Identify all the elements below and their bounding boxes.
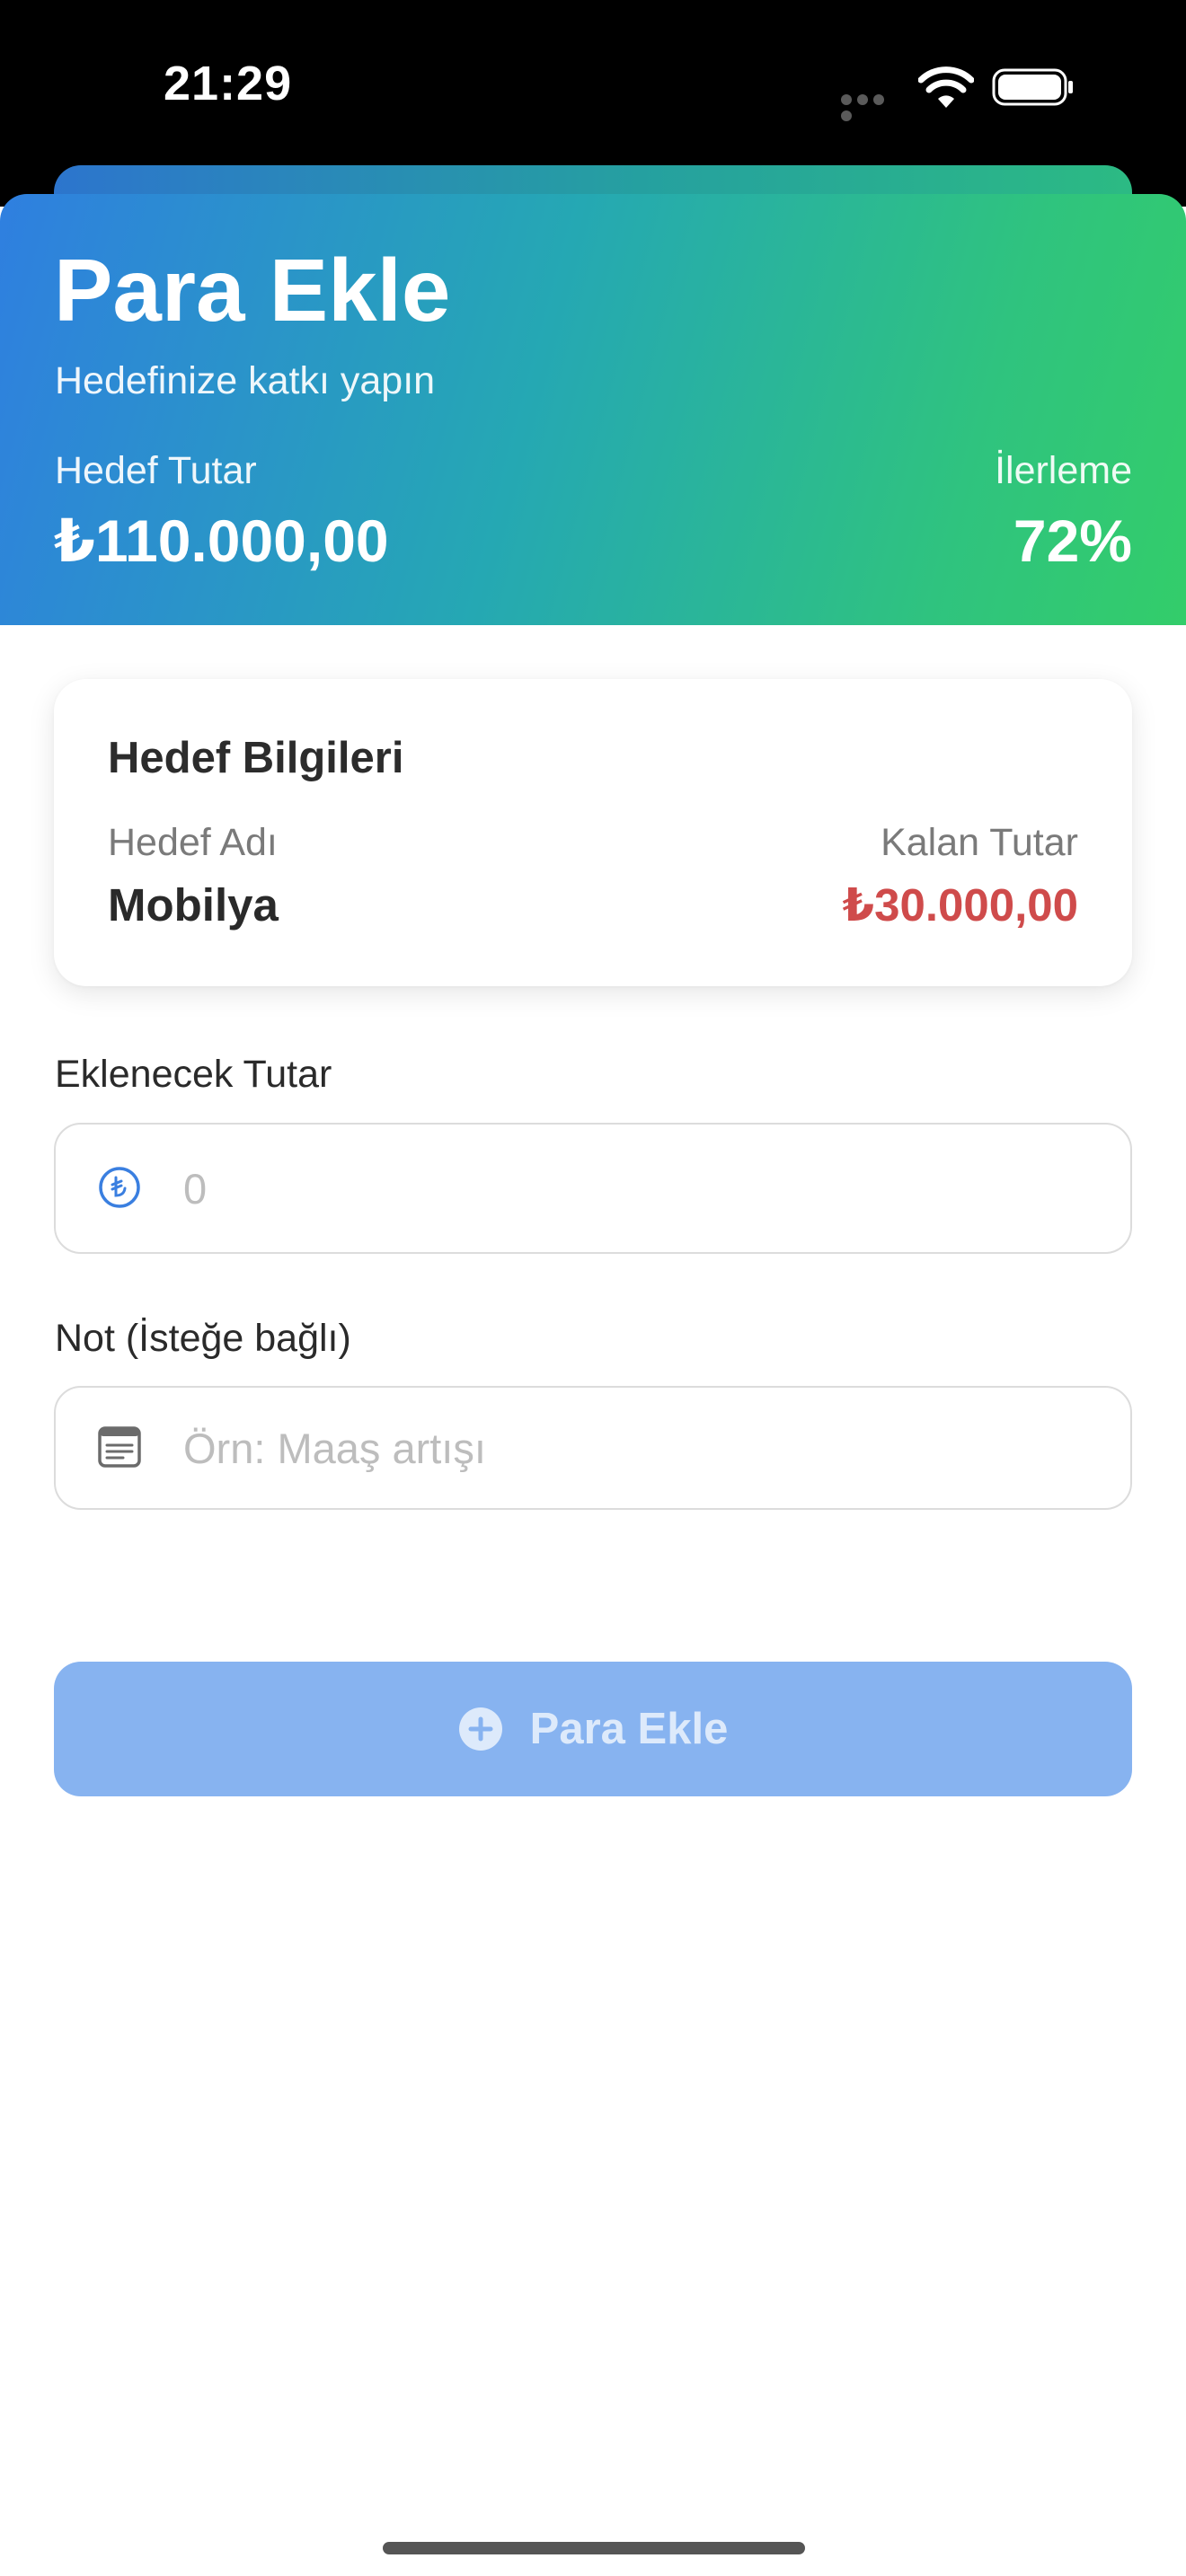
remaining-amount-label: Kalan Tutar bbox=[881, 821, 1078, 864]
status-time: 21:29 bbox=[164, 57, 293, 110]
cellular-signal-icon bbox=[841, 93, 900, 121]
amount-field[interactable] bbox=[54, 1123, 1132, 1254]
goal-name-value: Mobilya bbox=[108, 879, 279, 931]
wifi-icon bbox=[918, 66, 974, 108]
goal-info-card: Hedef Bilgileri Hedef Adı Mobilya Kalan … bbox=[54, 679, 1132, 986]
note-input[interactable] bbox=[183, 1388, 1103, 1508]
goal-name-label: Hedef Adı bbox=[108, 821, 278, 864]
amount-input[interactable] bbox=[183, 1125, 1103, 1252]
lira-circle-icon bbox=[99, 1167, 140, 1208]
progress-label: İlerleme bbox=[995, 449, 1132, 492]
page-subtitle: Hedefinize katkı yapın bbox=[55, 359, 436, 402]
note-field-label: Not (İsteğe bağlı) bbox=[55, 1317, 351, 1360]
header-banner: Para Ekle Hedefinize katkı yapın Hedef T… bbox=[0, 194, 1186, 625]
add-money-button-label: Para Ekle bbox=[529, 1705, 729, 1753]
add-money-button[interactable]: Para Ekle bbox=[54, 1662, 1132, 1796]
amount-field-label: Eklenecek Tutar bbox=[55, 1053, 332, 1096]
goal-info-title: Hedef Bilgileri bbox=[108, 734, 404, 782]
page-title: Para Ekle bbox=[54, 241, 451, 340]
note-field[interactable] bbox=[54, 1386, 1132, 1510]
note-icon bbox=[98, 1426, 141, 1468]
battery-icon bbox=[992, 68, 1073, 106]
plus-circle-icon bbox=[458, 1707, 502, 1751]
target-amount-value: ₺110.000,00 bbox=[54, 507, 389, 574]
remaining-amount-value: ₺30.000,00 bbox=[842, 879, 1078, 931]
progress-value: 72% bbox=[1013, 507, 1132, 574]
home-indicator[interactable] bbox=[383, 2542, 805, 2554]
target-amount-label: Hedef Tutar bbox=[55, 449, 257, 492]
